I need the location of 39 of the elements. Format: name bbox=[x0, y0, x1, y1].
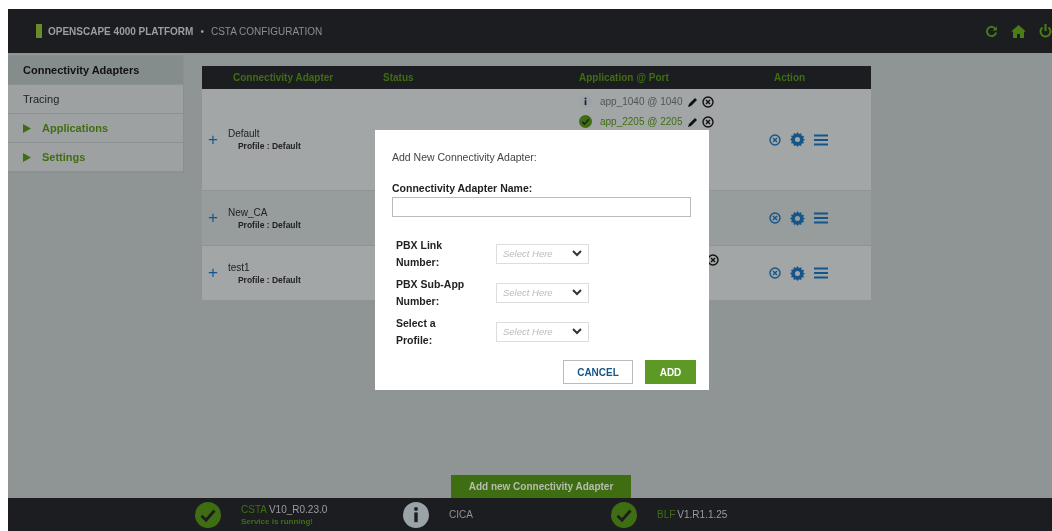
service-status: Service is running! bbox=[241, 516, 315, 526]
sidebar-item[interactable]: Settings bbox=[8, 143, 183, 172]
adapter-name: test1 bbox=[227, 261, 251, 273]
service-version: V1.R1.1.25 bbox=[677, 509, 728, 520]
page-title: CSTA CONFIGURATION bbox=[210, 25, 323, 37]
add-button[interactable]: ADD bbox=[645, 360, 696, 384]
field-label: PBX Link Number: bbox=[396, 237, 444, 270]
field-label: Select a Profile: bbox=[396, 315, 437, 348]
profile-label: Profile : Default bbox=[237, 141, 301, 151]
field-label: PBX Sub-App Number: bbox=[396, 276, 466, 309]
app-port: app_1040 @ 1040 bbox=[600, 96, 683, 107]
select-field[interactable]: Select Here bbox=[496, 282, 589, 303]
select-field[interactable]: Select Here bbox=[496, 243, 589, 264]
sidebar-item[interactable]: Connectivity Adapters bbox=[8, 56, 183, 85]
service-version: V10_R0.23.0 bbox=[268, 503, 328, 515]
column-header: Application @ Port bbox=[579, 72, 670, 83]
service-name: CSTA bbox=[241, 503, 267, 515]
adapter-name: Default bbox=[227, 128, 261, 139]
cancel-button[interactable]: CANCEL bbox=[563, 360, 633, 384]
expand-button[interactable]: + bbox=[208, 208, 218, 228]
select-field[interactable]: Select Here bbox=[496, 321, 589, 342]
field-label: Connectivity Adapter Name: bbox=[392, 182, 534, 194]
service-name: BLF bbox=[657, 509, 676, 520]
profile-label: Profile : Default bbox=[237, 219, 301, 230]
sidebar-item[interactable]: Applications bbox=[8, 114, 183, 143]
expand-button[interactable]: + bbox=[208, 129, 218, 150]
column-header: Status bbox=[383, 72, 415, 83]
app-port: app_2205 @ 2205 bbox=[600, 116, 683, 127]
profile-label: Profile : Default bbox=[237, 274, 301, 285]
separator: • bbox=[200, 25, 204, 37]
brand-title: OPENSCAPE 4000 PLATFORM bbox=[48, 25, 194, 37]
column-header: Connectivity Adapter bbox=[232, 72, 335, 83]
sidebar-item[interactable]: Tracing bbox=[8, 85, 183, 114]
service-name: CICA bbox=[449, 509, 473, 520]
add-adapter-button[interactable]: Add new Connectivity Adapter bbox=[451, 475, 631, 498]
dialog-title: Add New Connectivity Adapter: bbox=[392, 151, 538, 163]
adapter-name: New_CA bbox=[227, 206, 269, 218]
column-header: Action bbox=[774, 72, 806, 83]
expand-button[interactable]: + bbox=[208, 263, 218, 283]
